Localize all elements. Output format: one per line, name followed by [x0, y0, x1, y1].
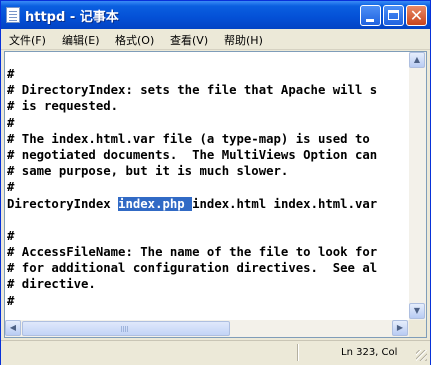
scroll-up-button[interactable]: ▲ [409, 52, 425, 68]
title-bar[interactable]: httpd - 记事本 ✕ [1, 1, 430, 29]
menu-edit[interactable]: 编辑(E) [62, 32, 100, 48]
maximize-icon [388, 10, 399, 20]
text-editor[interactable]: # # DirectoryIndex: sets the file that A… [4, 51, 427, 338]
text-line: # [7, 228, 15, 243]
menu-file[interactable]: 文件(F) [9, 32, 46, 48]
menu-help[interactable]: 帮助(H) [224, 32, 263, 48]
text-line: # [7, 293, 15, 308]
text-line: # AccessFileName: The name of the file t… [7, 245, 378, 260]
directory-index-line: DirectoryIndex index.php index.html inde… [7, 196, 411, 212]
maximize-button[interactable] [383, 5, 404, 26]
status-bar: Ln 323, Col [1, 340, 430, 365]
scroll-down-button[interactable]: ▼ [409, 303, 425, 319]
text-line: # The index.html.var file (a type-map) i… [7, 131, 370, 146]
text-line: # is requested. [7, 99, 119, 114]
text-line: # same purpose, but it is much slower. [7, 164, 289, 179]
text-line: # [7, 115, 15, 130]
vertical-scrollbar[interactable]: ▲ ▼ [409, 52, 426, 320]
notepad-icon[interactable] [6, 7, 20, 23]
text-content[interactable]: # # DirectoryIndex: sets the file that A… [7, 66, 411, 309]
scroll-right-button[interactable]: ▶ [392, 320, 408, 336]
status-divider [297, 344, 298, 361]
minimize-button[interactable] [360, 5, 381, 26]
horizontal-scrollbar[interactable]: ◀ ▶ [5, 320, 409, 337]
text-line: # for additional configuration directive… [7, 261, 378, 276]
text-line: # [7, 180, 15, 195]
close-icon: ✕ [409, 6, 424, 25]
scroll-left-button[interactable]: ◀ [5, 320, 21, 336]
text-line: # DirectoryIndex: sets the file that Apa… [7, 83, 378, 98]
minimize-icon [366, 19, 374, 22]
text-line [7, 212, 411, 228]
resize-grip-icon[interactable] [416, 350, 427, 361]
scrollbar-corner [409, 320, 426, 337]
text-line: # directive. [7, 277, 96, 292]
notepad-window: httpd - 记事本 ✕ 文件(F) 编辑(E) 格式(O) 查看(V) 帮助… [0, 0, 431, 365]
text-line: # negotiated documents. The MultiViews O… [7, 147, 378, 162]
grip-icon [121, 326, 129, 332]
horizontal-scroll-thumb[interactable] [22, 321, 230, 336]
cursor-position: Ln 323, Col [341, 347, 398, 358]
menu-bar: 文件(F) 编辑(E) 格式(O) 查看(V) 帮助(H) [1, 29, 430, 50]
selected-text[interactable]: index.php [118, 196, 193, 211]
directive-keyword: DirectoryIndex [7, 196, 119, 211]
window-title: httpd - 记事本 [25, 10, 119, 25]
directive-values: index.html index.html.var [192, 196, 378, 211]
menu-format[interactable]: 格式(O) [115, 32, 154, 48]
text-line: # [7, 67, 15, 81]
close-button[interactable]: ✕ [406, 5, 427, 26]
menu-view[interactable]: 查看(V) [170, 32, 208, 48]
